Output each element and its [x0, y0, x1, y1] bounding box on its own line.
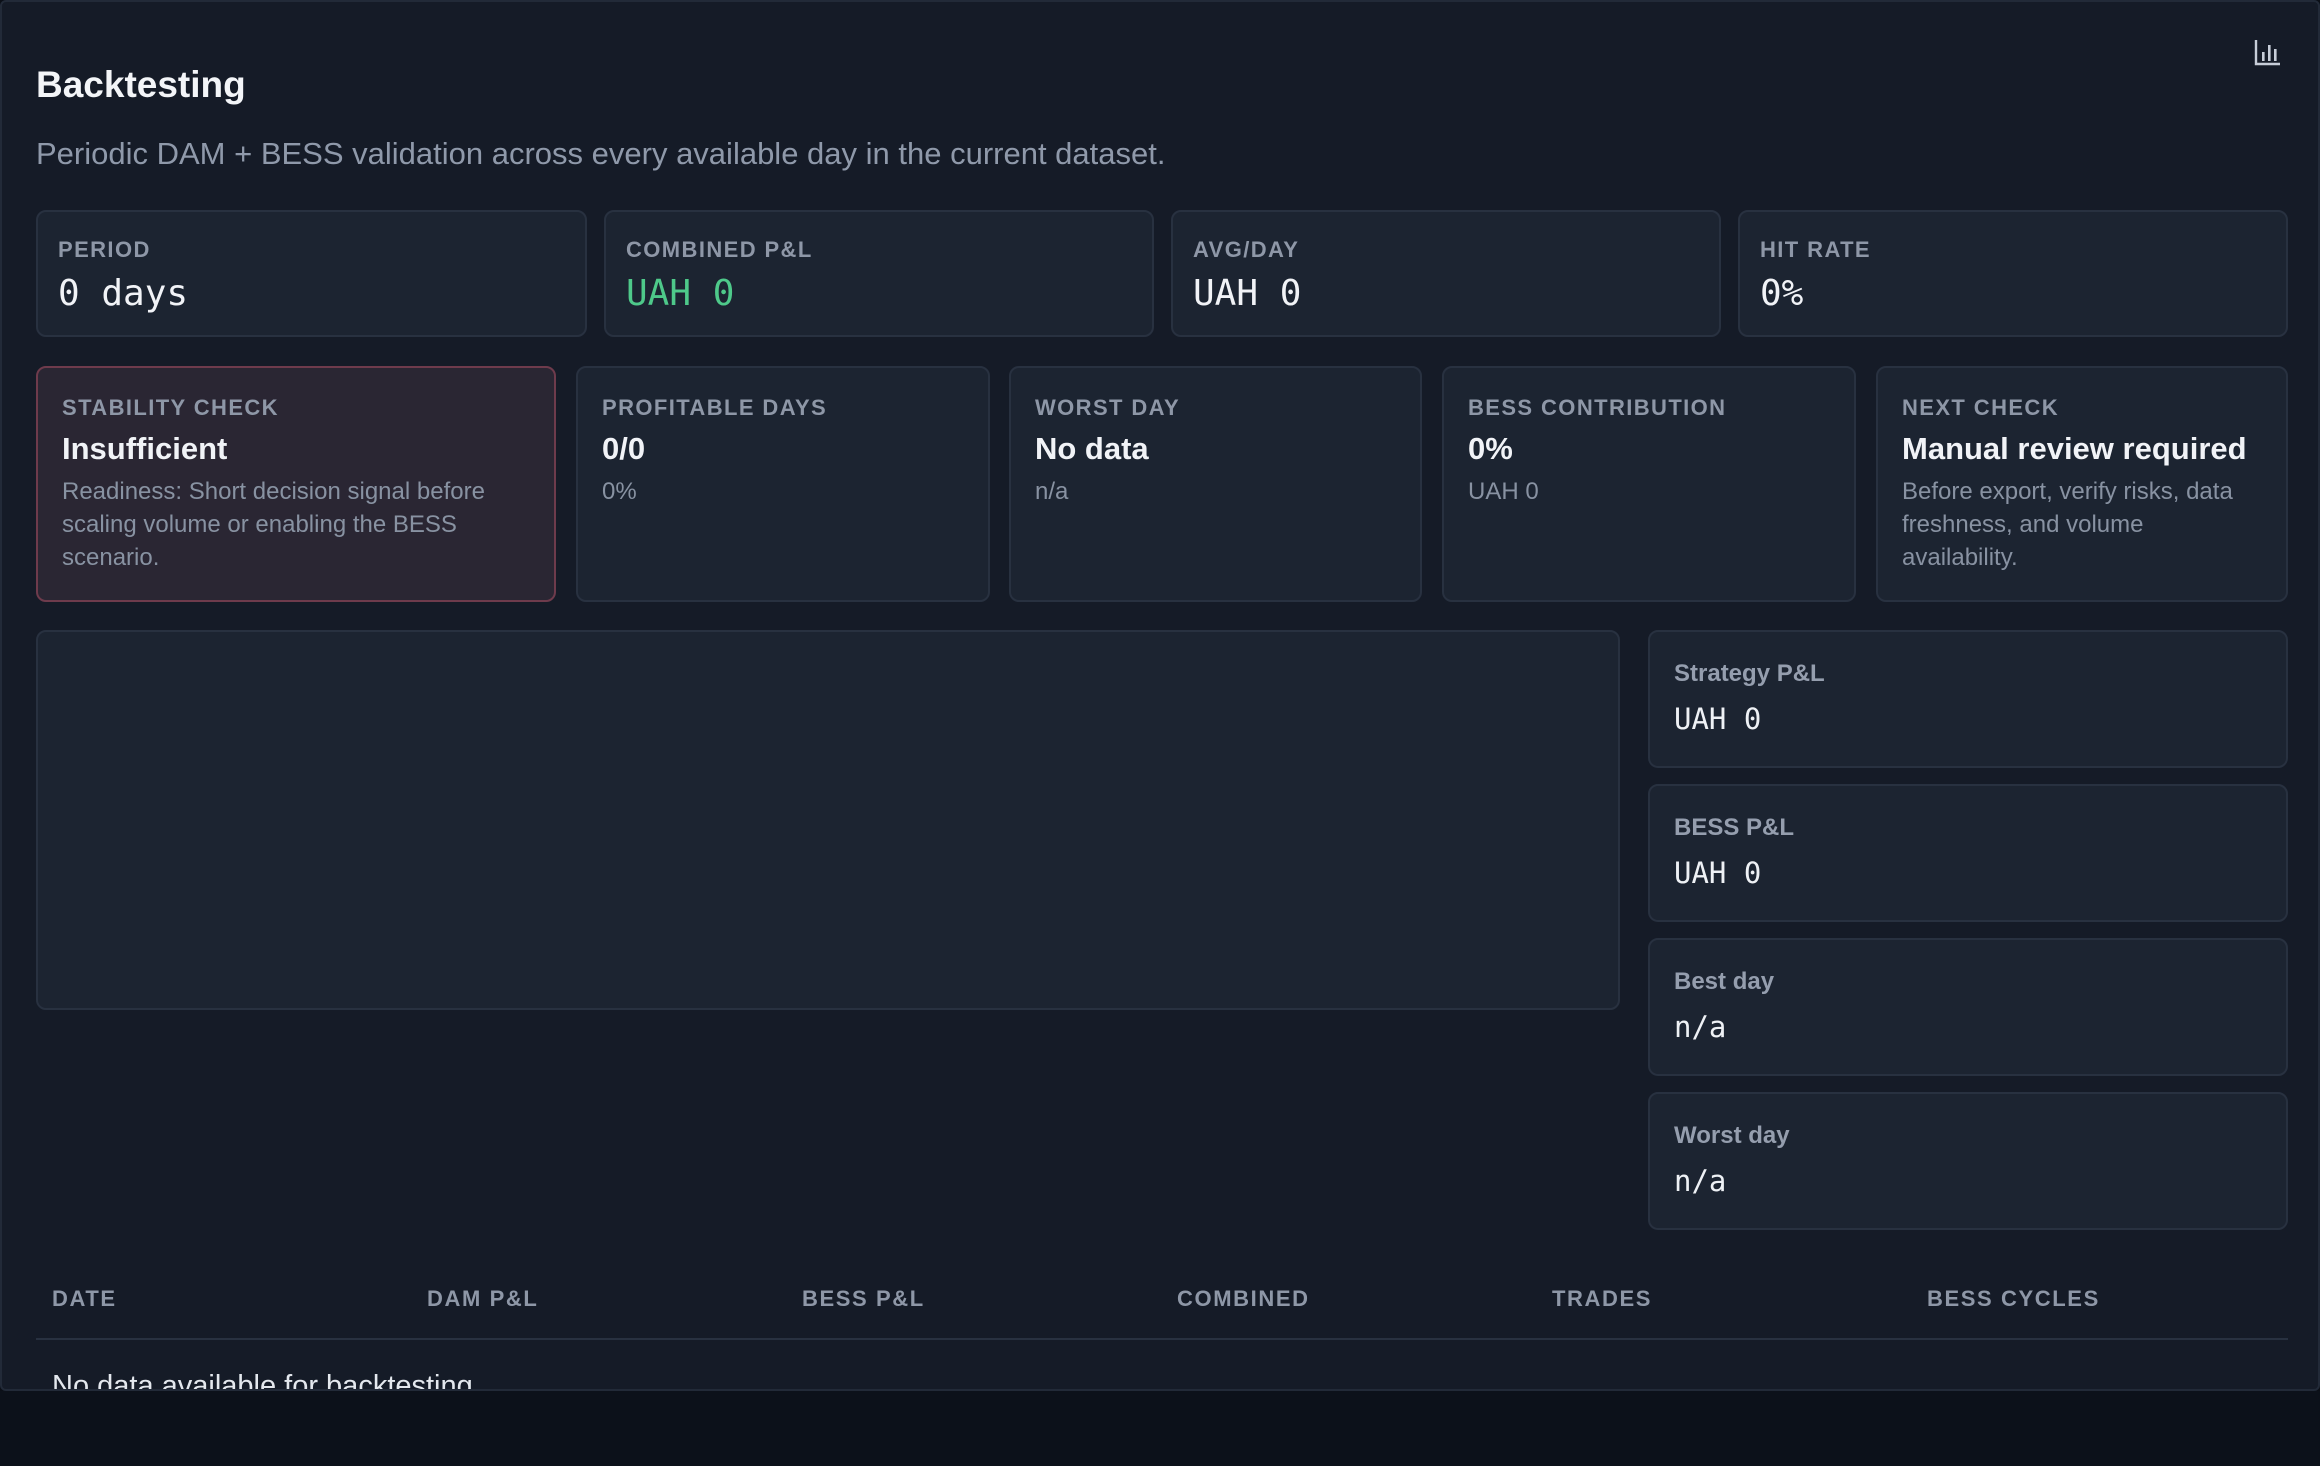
- best-day-card: Best day n/a: [1648, 938, 2288, 1076]
- worst-day-card: WORST DAY No data n/a: [1009, 366, 1422, 602]
- column-header-date[interactable]: DATE: [36, 1286, 411, 1312]
- next-check-card: NEXT CHECK Manual review required Before…: [1876, 366, 2288, 602]
- bar-chart-icon: [2254, 40, 2280, 66]
- section-value: Insufficient: [62, 431, 228, 466]
- kpi-card-period: PERIOD 0 days: [36, 210, 587, 337]
- worst-day-stat-card: Worst day n/a: [1648, 1092, 2288, 1230]
- table-header: DATE DAM P&L BESS P&L COMBINED TRADES BE…: [36, 1260, 2288, 1340]
- column-header-combined[interactable]: COMBINED: [1161, 1286, 1536, 1312]
- section-value: No data: [1035, 431, 1149, 466]
- section-label: PROFITABLE DAYS: [602, 395, 828, 420]
- kpi-card-combined-pnl: COMBINED P&L UAH 0: [604, 210, 1154, 337]
- column-header-trades[interactable]: TRADES: [1536, 1286, 1911, 1312]
- kpi-value: UAH 0: [1193, 273, 1302, 314]
- kpi-card-avg-day: AVG/DAY UAH 0: [1171, 210, 1721, 337]
- column-header-bess-cycles[interactable]: BESS CYCLES: [1911, 1286, 2286, 1312]
- column-header-bess-pnl[interactable]: BESS P&L: [786, 1286, 1161, 1312]
- section-note: UAH 0: [1468, 478, 1539, 505]
- section-label: NEXT CHECK: [1902, 395, 2060, 420]
- bess-pnl-card: BESS P&L UAH 0: [1648, 784, 2288, 922]
- stat-value: UAH 0: [1674, 856, 1762, 890]
- backtesting-panel: Backtesting Periodic DAM + BESS validati…: [0, 0, 2320, 1391]
- kpi-label: PERIOD: [58, 237, 151, 262]
- profitable-days-card: PROFITABLE DAYS 0/0 0%: [576, 366, 990, 602]
- section-value: 0%: [1468, 431, 1513, 466]
- strategy-pnl-card: Strategy P&L UAH 0: [1648, 630, 2288, 768]
- page-subtitle: Periodic DAM + BESS validation across ev…: [36, 136, 1166, 171]
- kpi-card-hit-rate: HIT RATE 0%: [1738, 210, 2288, 337]
- kpi-value: 0 days: [58, 273, 189, 314]
- section-value: Manual review required: [1902, 431, 2247, 466]
- kpi-value: UAH 0: [626, 273, 735, 314]
- kpi-label: COMBINED P&L: [626, 237, 813, 262]
- section-note: Before export, verify risks, data freshn…: [1902, 478, 2233, 571]
- kpi-label: AVG/DAY: [1193, 237, 1300, 262]
- pnl-chart-area: [36, 630, 1620, 1010]
- footer-bar: [0, 1391, 2320, 1466]
- stat-label: Strategy P&L: [1674, 660, 1825, 687]
- section-note: Readiness: Short decision signal before …: [62, 478, 485, 571]
- section-label: WORST DAY: [1035, 395, 1181, 420]
- table-empty-message: No data available for backtesting.: [52, 1370, 481, 1391]
- section-value: 0/0: [602, 431, 646, 466]
- stability-check-card: STABILITY CHECK Insufficient Readiness: …: [36, 366, 556, 602]
- page-title: Backtesting: [36, 64, 246, 105]
- stat-value: UAH 0: [1674, 702, 1762, 736]
- stat-label: BESS P&L: [1674, 814, 1795, 841]
- stat-label: Worst day: [1674, 1122, 1790, 1149]
- section-note: 0%: [602, 478, 637, 505]
- bess-contribution-card: BESS CONTRIBUTION 0% UAH 0: [1442, 366, 1856, 602]
- section-label: STABILITY CHECK: [62, 395, 279, 420]
- section-label: BESS CONTRIBUTION: [1468, 395, 1727, 420]
- column-header-dam-pnl[interactable]: DAM P&L: [411, 1286, 786, 1312]
- stat-label: Best day: [1674, 968, 1775, 995]
- kpi-label: HIT RATE: [1760, 237, 1872, 262]
- section-note: n/a: [1035, 478, 1069, 505]
- kpi-value: 0%: [1760, 273, 1804, 314]
- stat-value: n/a: [1674, 1010, 1727, 1044]
- stat-value: n/a: [1674, 1164, 1727, 1198]
- chart-toggle-button[interactable]: [2250, 34, 2286, 70]
